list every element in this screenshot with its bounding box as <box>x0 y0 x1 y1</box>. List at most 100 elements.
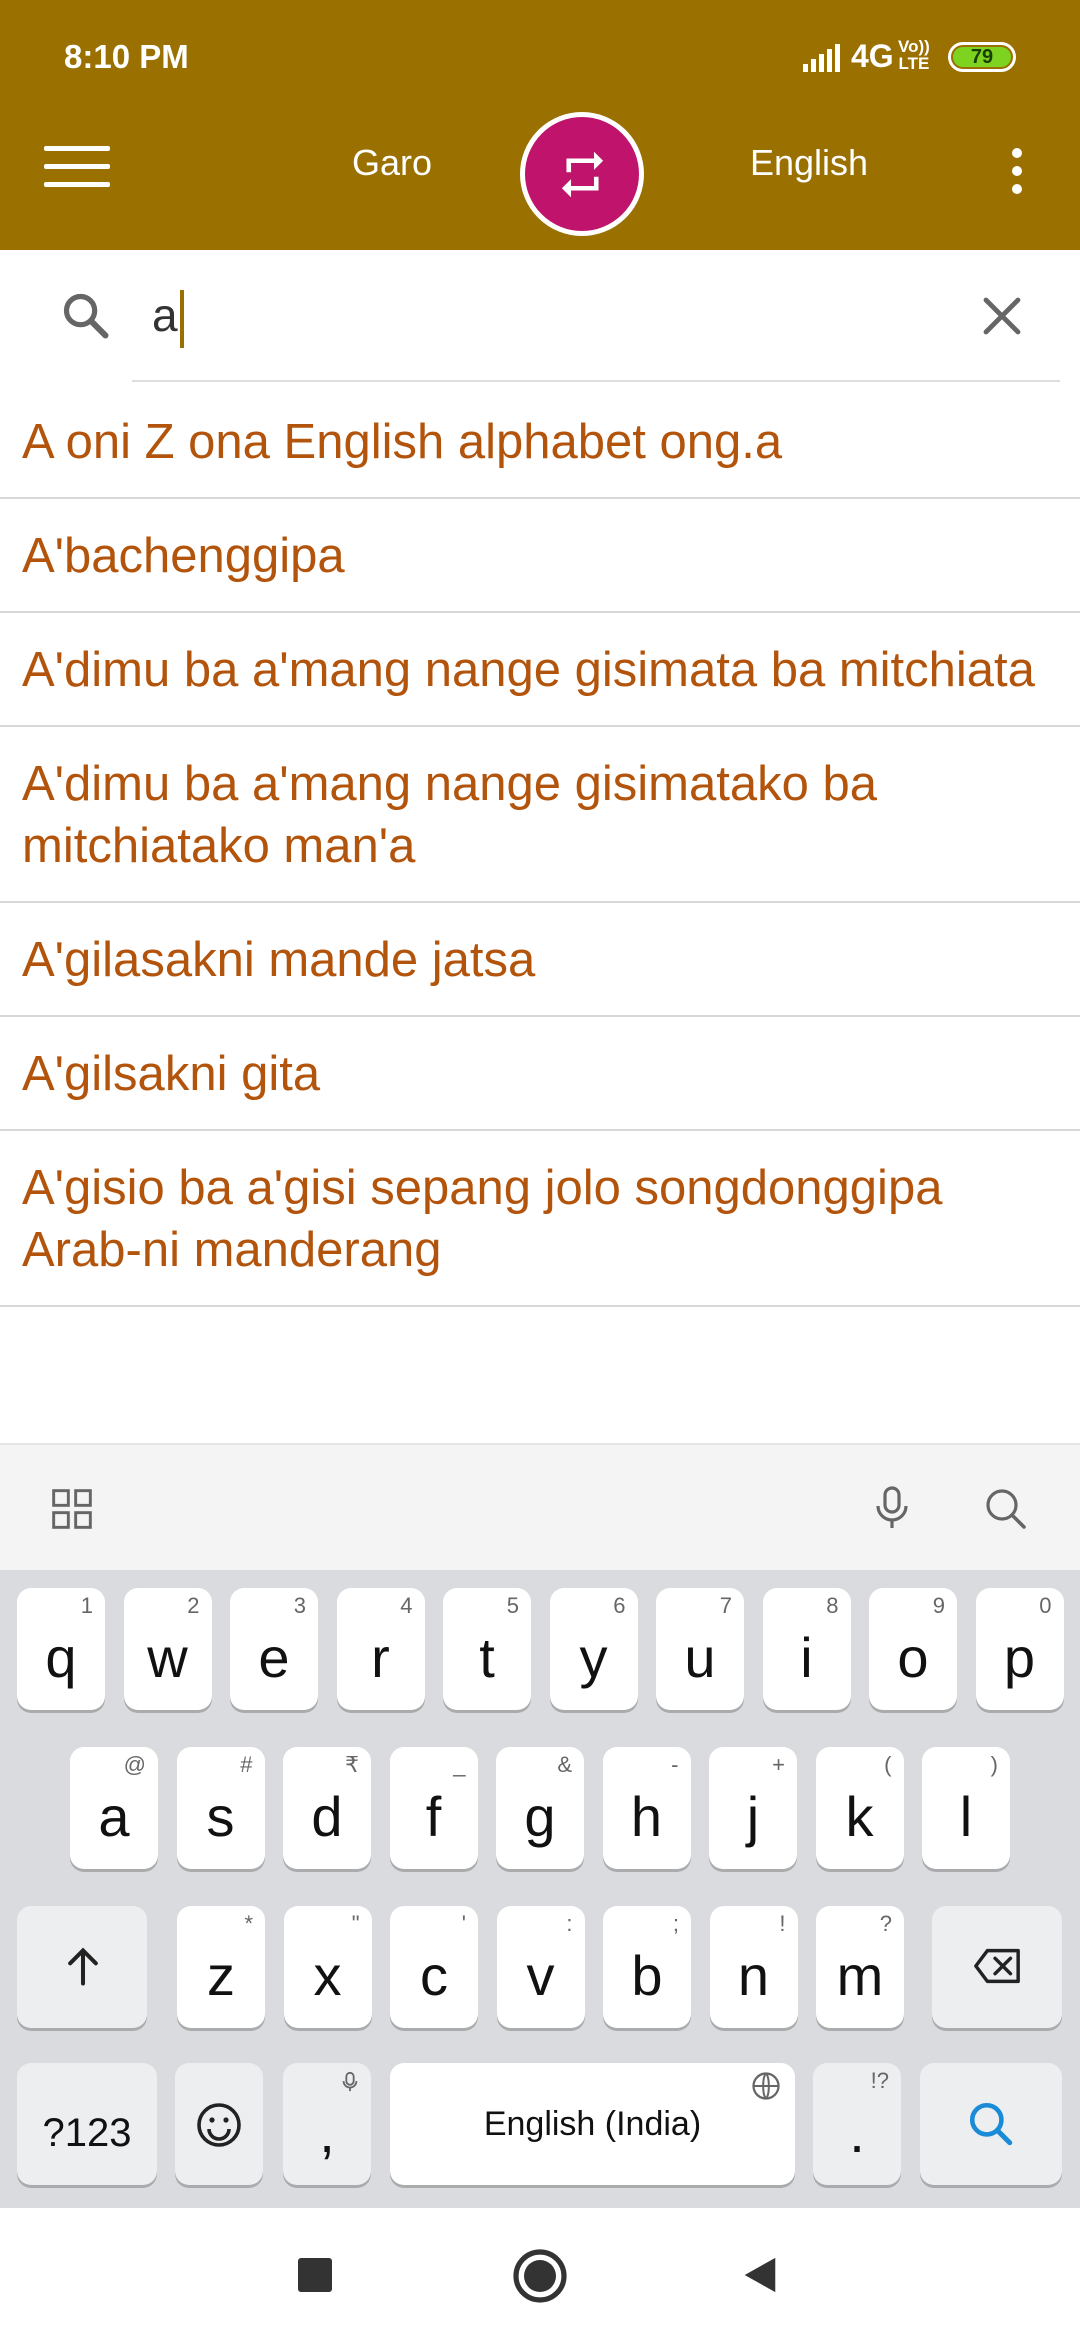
result-item[interactable]: A'gisio ba a'gisi sepang jolo songdonggi… <box>0 1131 1080 1307</box>
key-y[interactable]: 6y <box>549 1588 638 1710</box>
key-hint: ( <box>884 1752 892 1777</box>
signal-icon <box>803 44 840 72</box>
key-a[interactable]: @ a <box>70 1747 158 1869</box>
source-language-button[interactable]: Garo <box>352 142 432 184</box>
key-i[interactable]: 8i <box>762 1588 851 1710</box>
key-k[interactable]: (k <box>815 1747 904 1869</box>
key-b[interactable]: ; b <box>603 1906 691 2028</box>
key-label: s <box>206 1785 235 1848</box>
key-hint: # <box>240 1752 253 1777</box>
key-u[interactable]: 7u <box>656 1588 744 1710</box>
key-label: y <box>579 1626 608 1689</box>
swap-icon <box>561 151 604 198</box>
backspace-key[interactable] <box>932 1906 1062 2028</box>
key-label: p <box>1003 1626 1036 1689</box>
key-hint: 3 <box>293 1593 306 1618</box>
shift-arrow-icon <box>68 1947 98 1986</box>
recents-icon[interactable] <box>298 2258 332 2292</box>
menu-button[interactable] <box>44 146 110 192</box>
key-m[interactable]: ? m <box>816 1906 904 2028</box>
key-w[interactable]: 2w <box>123 1588 212 1710</box>
period-key[interactable]: !? . <box>813 2063 901 2185</box>
text-cursor <box>180 290 184 348</box>
search-action-icon <box>969 2102 1013 2146</box>
key-hint: + <box>772 1752 785 1777</box>
shift-key[interactable] <box>17 1906 147 2028</box>
key-x[interactable]: " x <box>283 1906 372 2028</box>
key-label: o <box>897 1626 929 1689</box>
key-r[interactable]: 4r <box>336 1588 425 1710</box>
space-key[interactable]: English (India) <box>390 2063 795 2185</box>
symbols-key-label: ?123 <box>42 2111 132 2155</box>
search-underline <box>132 380 1060 382</box>
result-item[interactable]: A'dimu ba a'mang nange gisimata ba mitch… <box>0 613 1080 727</box>
status-bar: 8:10 PM 4G Vo)) LTE 79 <box>0 0 1080 115</box>
key-o[interactable]: 9o <box>869 1588 957 1710</box>
comma-key[interactable]: , <box>283 2063 371 2185</box>
keyboard-toolbar <box>0 1443 1080 1570</box>
home-icon[interactable] <box>512 2248 568 2304</box>
key-hint: * <box>244 1911 253 1936</box>
key-hint: ' <box>461 1911 466 1936</box>
key-hint: 4 <box>400 1593 413 1618</box>
key-q[interactable]: 1q <box>17 1588 105 1710</box>
key-e[interactable]: 3e <box>230 1588 318 1710</box>
key-label: m <box>836 1944 884 2007</box>
search-action-key[interactable] <box>920 2063 1062 2185</box>
result-item[interactable]: A'bachenggipa <box>0 499 1080 613</box>
space-key-label: English (India) <box>483 2105 702 2143</box>
key-label: f <box>425 1785 442 1848</box>
key-v[interactable]: :v <box>496 1906 585 2028</box>
key-s[interactable]: # s <box>176 1747 265 1869</box>
emoji-icon <box>197 2103 241 2147</box>
period-key-hint: !? <box>870 2068 889 2093</box>
volte-bottom: LTE <box>898 54 930 73</box>
key-hint: ; <box>672 1911 679 1936</box>
key-label: g <box>524 1785 556 1848</box>
result-item[interactable]: A'gilasakni mande jatsa <box>0 903 1080 1017</box>
key-label: i <box>800 1626 813 1689</box>
result-item[interactable]: A'gilsakni gita <box>0 1017 1080 1131</box>
symbols-key[interactable]: ?123 <box>17 2063 157 2185</box>
app-screen: 8:10 PM 4G Vo)) LTE 79 Garo English a A … <box>0 0 1080 2340</box>
emoji-key[interactable] <box>175 2063 263 2185</box>
key-label: z <box>207 1944 235 2007</box>
more-options-icon[interactable] <box>1012 148 1026 198</box>
battery-level: 79 <box>953 47 1011 67</box>
key-label: c <box>420 1944 448 2007</box>
swap-languages-button[interactable] <box>520 112 644 236</box>
key-c[interactable]: ' c <box>390 1906 478 2028</box>
back-icon[interactable] <box>740 2254 780 2296</box>
key-hint: ! <box>779 1911 786 1936</box>
key-label: k <box>845 1785 874 1848</box>
key-label: a <box>98 1785 130 1848</box>
key-p[interactable]: 0p <box>975 1588 1064 1710</box>
key-hint: 2 <box>187 1593 200 1618</box>
key-l[interactable]: ) l <box>922 1747 1010 1869</box>
app-bar: 8:10 PM 4G Vo)) LTE 79 Garo English <box>0 0 1080 250</box>
key-d[interactable]: ₹ d <box>283 1747 371 1869</box>
keyboard-search-icon[interactable] <box>982 1485 1030 1533</box>
key-g[interactable]: & g <box>496 1747 584 1869</box>
volte-top: Vo)) <box>898 37 930 56</box>
mic-hint-icon <box>342 2071 358 2092</box>
key-hint: 0 <box>1039 1593 1052 1618</box>
target-language-button[interactable]: English <box>750 142 868 184</box>
key-hint: _ <box>453 1752 466 1777</box>
keyboard: 1q2w3e4r5t6y7u8i9o0p @ a # s ₹ d _ f & g - h + j(k) l … <box>0 1570 1080 2208</box>
key-hint: ? <box>879 1911 892 1936</box>
search-input[interactable]: a <box>152 288 178 342</box>
microphone-icon[interactable] <box>868 1483 916 1533</box>
network-type: 4G <box>851 38 894 74</box>
key-label: n <box>737 1944 770 2007</box>
key-n[interactable]: ! n <box>709 1906 798 2028</box>
key-j[interactable]: + j <box>709 1747 797 1869</box>
result-item[interactable]: A oni Z ona English alphabet ong.a <box>0 385 1080 499</box>
key-f[interactable]: _ f <box>389 1747 478 1869</box>
key-z[interactable]: * z <box>177 1906 265 2028</box>
keyboard-apps-icon[interactable] <box>50 1487 94 1531</box>
key-t[interactable]: 5t <box>443 1588 531 1710</box>
clear-search-icon[interactable] <box>978 292 1026 340</box>
result-item[interactable]: A'dimu ba a'mang nange gisimatako ba mit… <box>0 727 1080 903</box>
key-h[interactable]: -h <box>602 1747 691 1869</box>
